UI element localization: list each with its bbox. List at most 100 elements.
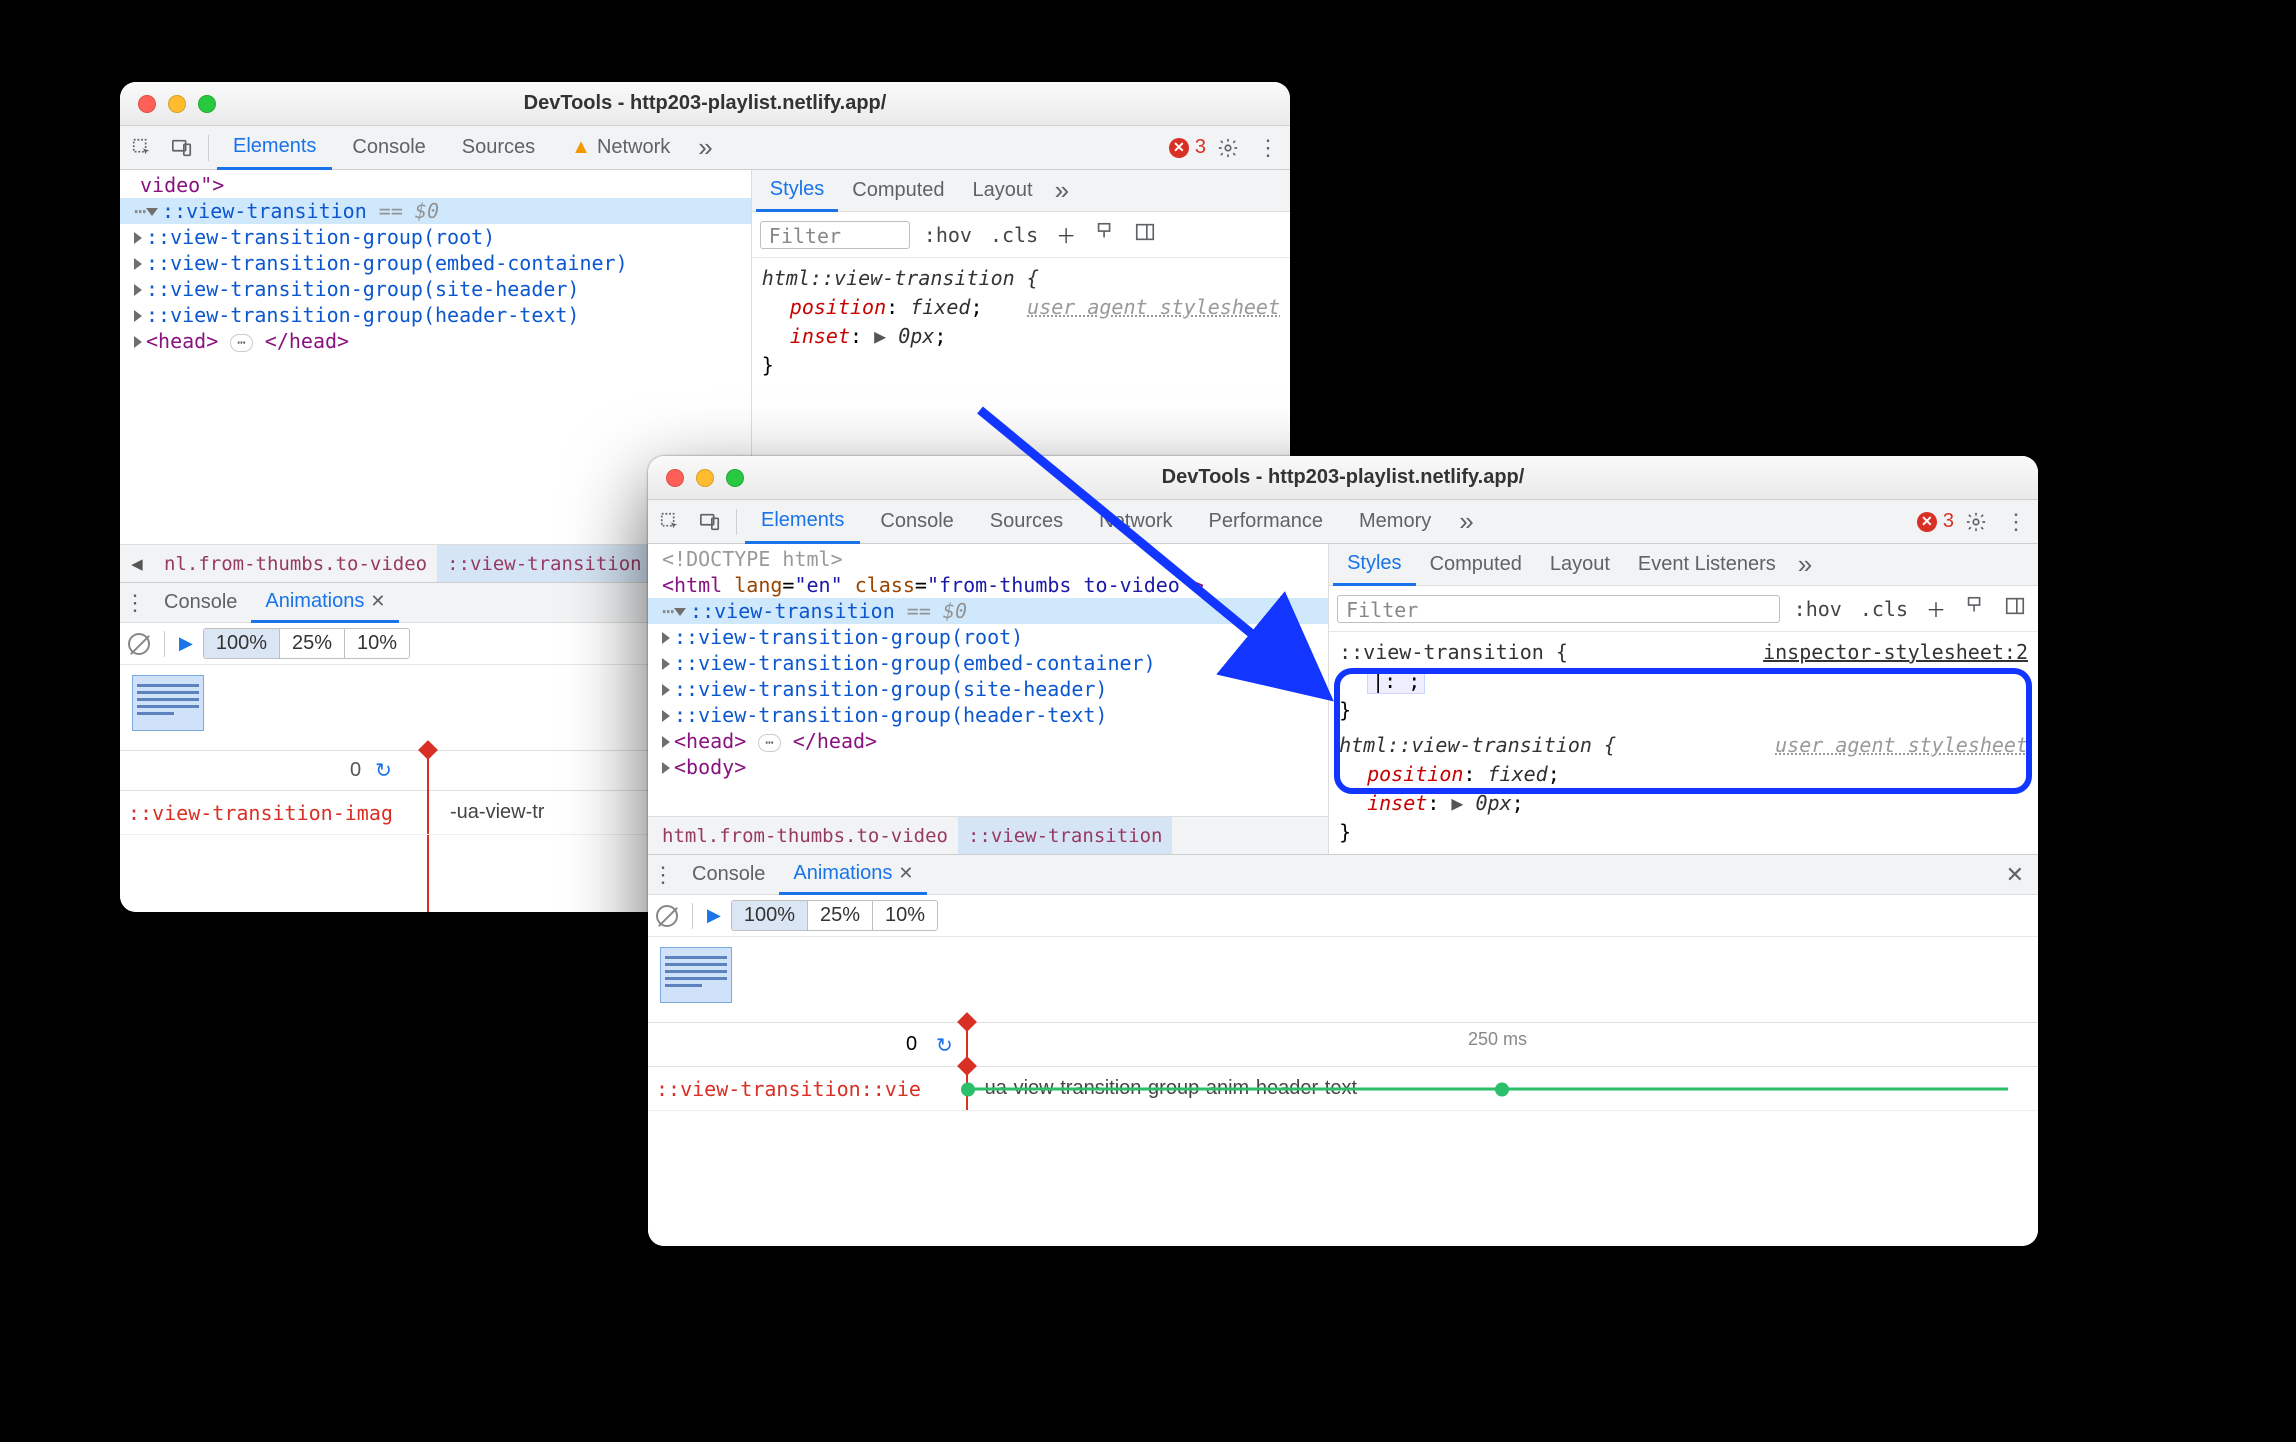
drawer-menu-icon[interactable]: ⋮ (648, 862, 678, 888)
speed-25[interactable]: 25% (808, 901, 873, 930)
drawer-tab-animations[interactable]: Animations✕ (251, 583, 399, 623)
device-icon[interactable] (164, 130, 200, 166)
speed-100[interactable]: 100% (204, 629, 280, 658)
dom-tree[interactable]: <!DOCTYPE html> <html lang="en" class="f… (648, 544, 1328, 816)
traffic-light-minimize[interactable] (168, 95, 186, 113)
dom-node-vt-group-root[interactable]: ::view-transition-group(root) (120, 224, 751, 250)
crumb-vt[interactable]: ::view-transition (437, 545, 651, 583)
subtab-computed[interactable]: Computed (1416, 544, 1536, 586)
styles-filter-input[interactable]: Filter (1337, 595, 1780, 623)
traffic-light-minimize[interactable] (696, 469, 714, 487)
brush-icon[interactable] (1090, 219, 1120, 250)
drawer-close-icon[interactable]: ✕ (2006, 862, 2038, 888)
refresh-icon[interactable]: ↻ (375, 758, 392, 783)
cls-button[interactable]: .cls (1856, 595, 1912, 623)
error-badge[interactable]: ✕ 3 (1917, 510, 1954, 533)
panel-toggle-icon[interactable] (1130, 219, 1160, 250)
close-icon[interactable]: ✕ (370, 591, 385, 612)
refresh-icon[interactable]: ↻ (936, 1033, 953, 1058)
error-badge[interactable]: ✕ 3 (1169, 136, 1206, 159)
drawer-menu-icon[interactable]: ⋮ (120, 590, 150, 616)
cls-button[interactable]: .cls (986, 221, 1042, 249)
tab-performance[interactable]: Performance (1193, 500, 1340, 544)
play-icon[interactable]: ▶ (707, 905, 721, 926)
crumb-html[interactable]: html.from-thumbs.to-video (648, 817, 958, 855)
tab-sources[interactable]: Sources (446, 126, 551, 170)
dom-node-vt-group-header[interactable]: ::view-transition-group(header-text) (648, 702, 1328, 728)
subtab-styles[interactable]: Styles (1333, 544, 1415, 586)
inspect-icon[interactable] (124, 130, 160, 166)
drawer-tab-console[interactable]: Console (678, 855, 779, 895)
menu-icon[interactable]: ⋮ (1250, 130, 1286, 166)
subtabs-overflow-icon[interactable]: » (1047, 175, 1077, 206)
styles-rules[interactable]: html::view-transition {user agent styles… (752, 258, 1290, 386)
subtab-layout[interactable]: Layout (1536, 544, 1624, 586)
drawer-tab-console[interactable]: Console (150, 583, 251, 623)
styles-rules[interactable]: ::view-transition {inspector-stylesheet:… (1329, 632, 2038, 853)
titlebar[interactable]: DevTools - http203-playlist.netlify.app/ (120, 82, 1290, 126)
tab-console[interactable]: Console (864, 500, 969, 544)
animation-thumb[interactable] (660, 947, 732, 1003)
drawer-tab-animations[interactable]: Animations✕ (779, 855, 927, 895)
dom-node-vt-group-header[interactable]: ::view-transition-group(header-text) (120, 302, 751, 328)
dom-node-vt-group-embed[interactable]: ::view-transition-group(embed-container) (648, 650, 1328, 676)
subtab-event-listeners[interactable]: Event Listeners (1624, 544, 1790, 586)
close-icon[interactable]: ✕ (898, 863, 913, 884)
dom-node-vt-group-embed[interactable]: ::view-transition-group(embed-container) (120, 250, 751, 276)
dom-node-view-transition[interactable]: ⋯ ::view-transition == $0 (120, 198, 751, 224)
device-icon[interactable] (692, 504, 728, 540)
speed-25[interactable]: 25% (280, 629, 345, 658)
subtab-layout[interactable]: Layout (959, 170, 1047, 212)
dom-node-body[interactable]: <body> (648, 754, 1328, 780)
dom-node-vt-group-site[interactable]: ::view-transition-group(site-header) (648, 676, 1328, 702)
tab-elements[interactable]: Elements (745, 500, 860, 544)
settings-icon[interactable] (1210, 130, 1246, 166)
traffic-light-close[interactable] (666, 469, 684, 487)
titlebar[interactable]: DevTools - http203-playlist.netlify.app/ (648, 456, 2038, 500)
hov-button[interactable]: :hov (1790, 595, 1846, 623)
styles-tabs: Styles Computed Layout Event Listeners » (1329, 544, 2038, 586)
menu-icon[interactable]: ⋮ (1998, 504, 2034, 540)
crumb-vt[interactable]: ::view-transition (958, 817, 1172, 855)
tab-elements[interactable]: Elements (217, 126, 332, 170)
tab-memory[interactable]: Memory (1343, 500, 1447, 544)
tabs-overflow-icon[interactable]: » (690, 132, 720, 163)
traffic-light-zoom[interactable] (198, 95, 216, 113)
dom-node-head[interactable]: <head> ⋯ </head> (120, 328, 751, 354)
panel-toggle-icon[interactable] (2000, 593, 2030, 624)
dom-node-vt-group-root[interactable]: ::view-transition-group(root) (648, 624, 1328, 650)
plus-icon[interactable]: ＋ (1052, 218, 1080, 251)
subtab-styles[interactable]: Styles (756, 170, 838, 212)
speed-10[interactable]: 10% (345, 629, 409, 658)
traffic-light-zoom[interactable] (726, 469, 744, 487)
hov-button[interactable]: :hov (920, 221, 976, 249)
tab-sources[interactable]: Sources (974, 500, 1079, 544)
crumb-html[interactable]: nl.from-thumbs.to-video (154, 545, 437, 583)
speed-100[interactable]: 100% (732, 901, 808, 930)
brush-icon[interactable] (1960, 593, 1990, 624)
settings-icon[interactable] (1958, 504, 1994, 540)
plus-icon[interactable]: ＋ (1922, 592, 1950, 625)
subtabs-overflow-icon[interactable]: » (1790, 549, 1820, 580)
traffic-light-close[interactable] (138, 95, 156, 113)
clear-icon[interactable] (128, 633, 150, 655)
tab-network[interactable]: ▲ Network (555, 126, 686, 170)
breadcrumb-prev-icon[interactable]: ◀ (120, 553, 154, 575)
speed-10[interactable]: 10% (873, 901, 937, 930)
animation-thumb[interactable] (132, 675, 204, 731)
play-icon[interactable]: ▶ (179, 633, 193, 654)
animation-row[interactable]: ::view-transition::vie -ua-view-transiti… (648, 1067, 2038, 1111)
stylesheet-link[interactable]: inspector-stylesheet:2 (1763, 638, 2028, 667)
new-property-input[interactable]: |: ; (1367, 668, 1425, 694)
dom-node-vt-group-site[interactable]: ::view-transition-group(site-header) (120, 276, 751, 302)
tabs-overflow-icon[interactable]: » (1451, 506, 1481, 537)
inspect-icon[interactable] (652, 504, 688, 540)
subtab-computed[interactable]: Computed (838, 170, 958, 212)
clear-icon[interactable] (656, 905, 678, 927)
dom-node-html[interactable]: <html lang="en" class="from-thumbs to-vi… (648, 572, 1328, 598)
tab-network[interactable]: Network (1083, 500, 1188, 544)
dom-node-view-transition[interactable]: ⋯ ::view-transition == $0 (648, 598, 1328, 624)
styles-filter-input[interactable]: Filter (760, 221, 910, 249)
tab-console[interactable]: Console (336, 126, 441, 170)
dom-node-head[interactable]: <head> ⋯ </head> (648, 728, 1328, 754)
